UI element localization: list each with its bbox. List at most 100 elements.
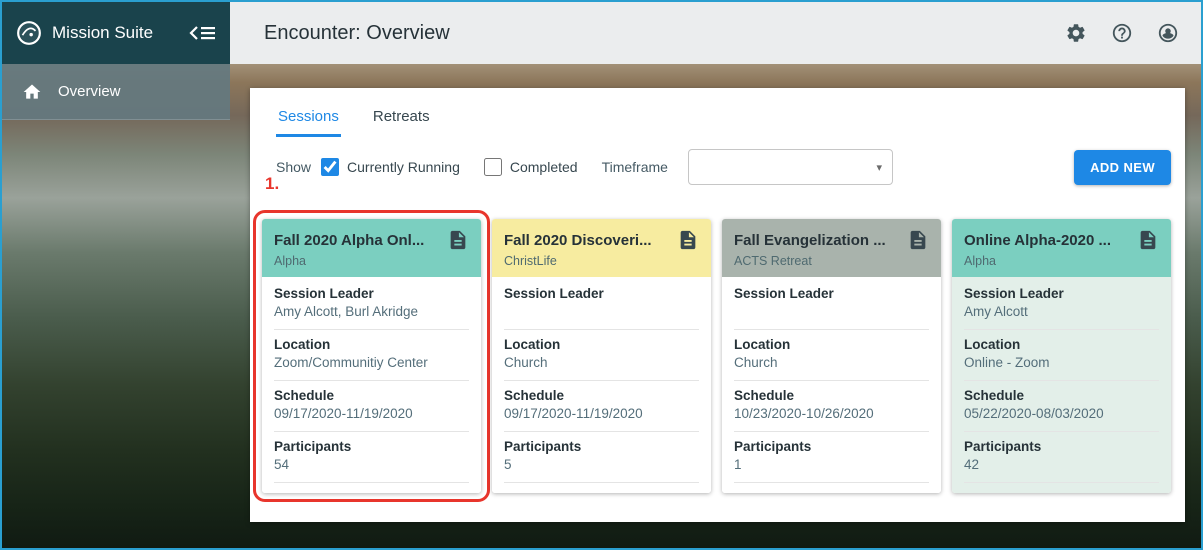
session-card[interactable]: Fall 2020 Alpha Onl... Alpha Session Lea… xyxy=(253,210,490,502)
card-subtitle: ACTS Retreat xyxy=(734,254,812,268)
card-title: Online Alpha-2020 ... xyxy=(964,231,1111,249)
field-session-leader: Session Leader xyxy=(504,279,699,330)
field-schedule: Schedule 05/22/2020-08/03/2020 xyxy=(964,381,1159,432)
sidebar-item-overview[interactable]: Overview xyxy=(2,64,230,120)
field-value: 09/17/2020-11/19/2020 xyxy=(504,406,643,421)
field-label: Session Leader xyxy=(274,286,374,301)
field-value: Zoom/Communitiy Center xyxy=(274,355,428,370)
field-label: Location xyxy=(734,337,791,352)
help-icon[interactable] xyxy=(1111,22,1133,44)
field-value: Church xyxy=(734,355,778,370)
sidebar-item-label: Overview xyxy=(58,83,121,100)
card-subtitle: ChristLife xyxy=(504,254,557,268)
settings-gear-icon[interactable] xyxy=(1065,22,1087,44)
field-value: 10/23/2020-10/26/2020 xyxy=(734,406,874,421)
field-value xyxy=(504,304,699,320)
home-icon xyxy=(22,82,42,102)
timeframe-label: Timeframe xyxy=(601,159,668,175)
content-panel: Sessions Retreats Show Currently Running… xyxy=(250,88,1185,522)
field-schedule: Schedule 09/17/2020-11/19/2020 xyxy=(504,381,699,432)
card-title: Fall 2020 Discoveri... xyxy=(504,231,652,249)
sidebar-collapse-icon[interactable] xyxy=(188,23,218,43)
currently-running-label: Currently Running xyxy=(347,159,460,175)
field-label: Location xyxy=(504,337,561,352)
field-session-leader: Session Leader xyxy=(734,279,929,330)
card-body: Session Leader Amy Alcott Location Onlin… xyxy=(952,277,1171,493)
header: Encounter: Overview xyxy=(230,2,1201,64)
field-label: Participants xyxy=(274,439,352,454)
field-value: 5 xyxy=(504,457,512,472)
field-label: Participants xyxy=(964,439,1042,454)
field-schedule: Schedule 09/17/2020-11/19/2020 xyxy=(274,381,469,432)
session-cards: Fall 2020 Alpha Onl... Alpha Session Lea… xyxy=(253,210,1171,502)
card-header: Fall 2020 Alpha Onl... Alpha xyxy=(262,219,481,277)
field-value: Amy Alcott, Burl Akridge xyxy=(274,304,419,319)
field-session-leader: Session Leader Amy Alcott xyxy=(964,279,1159,330)
card-body: Session Leader Location Church Schedule … xyxy=(722,277,941,493)
field-label: Schedule xyxy=(504,388,565,403)
card-header: Fall 2020 Discoveri... ChristLife xyxy=(492,219,711,277)
field-participants: Participants 42 xyxy=(964,432,1159,483)
document-icon[interactable] xyxy=(907,229,929,251)
field-location: Location Zoom/Communitiy Center xyxy=(274,330,469,381)
field-participants: Participants 1 xyxy=(734,432,929,483)
header-actions xyxy=(1065,22,1179,44)
tab-sessions[interactable]: Sessions xyxy=(276,102,341,137)
mission-suite-logo-icon xyxy=(16,20,42,46)
field-location: Location Online - Zoom xyxy=(964,330,1159,381)
field-location: Location Church xyxy=(504,330,699,381)
field-schedule: Schedule 10/23/2020-10/26/2020 xyxy=(734,381,929,432)
field-label: Session Leader xyxy=(734,286,834,301)
field-value: 09/17/2020-11/19/2020 xyxy=(274,406,413,421)
filter-completed[interactable]: Completed xyxy=(483,158,578,176)
field-value xyxy=(734,304,929,320)
card-body: Session Leader Location Church Schedule … xyxy=(492,277,711,493)
chevron-down-icon: ▾ xyxy=(876,161,882,174)
card-title: Fall Evangelization ... xyxy=(734,231,886,249)
field-value: Church xyxy=(504,355,548,370)
field-value: 05/22/2020-08/03/2020 xyxy=(964,406,1104,421)
tab-retreats[interactable]: Retreats xyxy=(371,102,432,137)
document-icon[interactable] xyxy=(1137,229,1159,251)
show-label: Show xyxy=(276,159,312,175)
card-body: Session Leader Amy Alcott, Burl Akridge … xyxy=(262,277,481,493)
session-card[interactable]: Fall Evangelization ... ACTS Retreat Ses… xyxy=(722,219,941,493)
card-subtitle: Alpha xyxy=(964,254,996,268)
field-value: 42 xyxy=(964,457,980,472)
document-icon[interactable] xyxy=(447,229,469,251)
field-value: 54 xyxy=(274,457,290,472)
filter-bar: Show Currently Running Completed Timefra… xyxy=(262,149,1171,185)
field-label: Participants xyxy=(504,439,582,454)
field-label: Participants xyxy=(734,439,812,454)
field-label: Schedule xyxy=(734,388,795,403)
field-participants: Participants 5 xyxy=(504,432,699,483)
session-card[interactable]: Fall 2020 Discoveri... ChristLife Sessio… xyxy=(492,219,711,493)
field-location: Location Church xyxy=(734,330,929,381)
filter-currently-running[interactable]: Currently Running xyxy=(321,158,460,176)
card-subtitle: Alpha xyxy=(274,254,306,268)
document-icon[interactable] xyxy=(677,229,699,251)
card-header: Online Alpha-2020 ... Alpha xyxy=(952,219,1171,277)
completed-label: Completed xyxy=(509,159,578,175)
field-value: 1 xyxy=(734,457,742,472)
field-value: Amy Alcott xyxy=(964,304,1028,319)
card-title: Fall 2020 Alpha Onl... xyxy=(274,231,425,249)
session-card[interactable]: Online Alpha-2020 ... Alpha Session Lead… xyxy=(952,219,1171,493)
field-participants: Participants 54 xyxy=(274,432,469,483)
card-header: Fall Evangelization ... ACTS Retreat xyxy=(722,219,941,277)
account-icon[interactable] xyxy=(1157,22,1179,44)
field-label: Schedule xyxy=(964,388,1025,403)
field-session-leader: Session Leader Amy Alcott, Burl Akridge xyxy=(274,279,469,330)
field-label: Session Leader xyxy=(504,286,604,301)
sidebar-brand: Mission Suite xyxy=(2,2,230,64)
add-new-button[interactable]: ADD NEW xyxy=(1074,149,1171,185)
mission-suite-app: { "colors": { "accent_blue": "#1e88e5", … xyxy=(0,0,1203,550)
timeframe-select[interactable]: ▾ xyxy=(687,149,893,185)
tabs: Sessions Retreats xyxy=(262,102,1171,137)
completed-checkbox[interactable] xyxy=(483,158,502,176)
currently-running-checkbox[interactable] xyxy=(321,158,340,176)
field-label: Session Leader xyxy=(964,286,1064,301)
field-value: Online - Zoom xyxy=(964,355,1050,370)
field-label: Location xyxy=(274,337,331,352)
sidebar: Mission Suite Overview xyxy=(2,2,230,548)
